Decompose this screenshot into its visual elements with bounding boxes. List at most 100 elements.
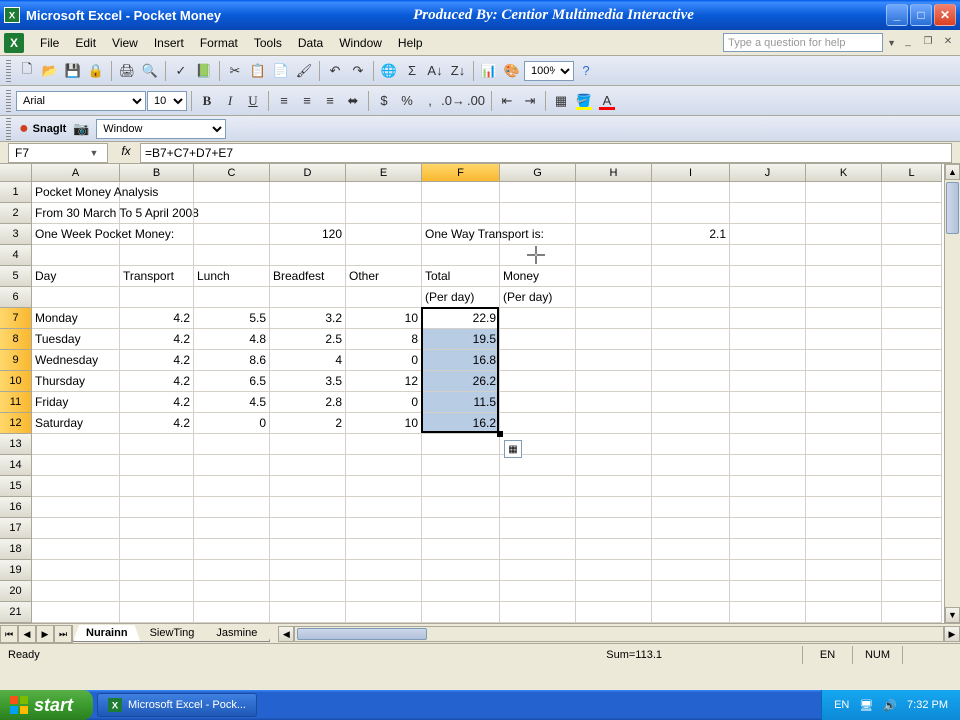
cell-J12[interactable] — [730, 413, 806, 434]
cell-A11[interactable]: Friday — [32, 392, 120, 413]
align-center-button[interactable]: ≡ — [296, 90, 318, 112]
cell-L9[interactable] — [882, 350, 942, 371]
cell-E15[interactable] — [346, 476, 422, 497]
cell-I13[interactable] — [652, 434, 730, 455]
save-button[interactable]: 💾 — [62, 60, 84, 82]
cell-H15[interactable] — [576, 476, 652, 497]
row-header-2[interactable]: 2 — [0, 203, 32, 224]
cell-E12[interactable]: 10 — [346, 413, 422, 434]
menu-format[interactable]: Format — [192, 34, 246, 52]
cell-J5[interactable] — [730, 266, 806, 287]
cell-G11[interactable] — [500, 392, 576, 413]
cell-J1[interactable] — [730, 182, 806, 203]
row-header-12[interactable]: 12 — [0, 413, 32, 434]
mdi-close-button[interactable]: ✕ — [940, 36, 956, 50]
cell-J13[interactable] — [730, 434, 806, 455]
cell-B17[interactable] — [120, 518, 194, 539]
cell-L21[interactable] — [882, 602, 942, 623]
cell-I9[interactable] — [652, 350, 730, 371]
tray-network-icon[interactable]: 🖥 — [859, 699, 873, 712]
column-header-I[interactable]: I — [652, 164, 730, 182]
minimize-button[interactable]: _ — [886, 4, 908, 26]
toolbar-grip[interactable] — [6, 118, 11, 140]
cell-F20[interactable] — [422, 581, 500, 602]
cell-A20[interactable] — [32, 581, 120, 602]
row-header-4[interactable]: 4 — [0, 245, 32, 266]
cell-A19[interactable] — [32, 560, 120, 581]
hscroll-thumb[interactable] — [297, 628, 427, 640]
cell-L16[interactable] — [882, 497, 942, 518]
cell-D3[interactable]: 120 — [270, 224, 346, 245]
row-header-1[interactable]: 1 — [0, 182, 32, 203]
cell-L3[interactable] — [882, 224, 942, 245]
cell-D20[interactable] — [270, 581, 346, 602]
cell-G18[interactable] — [500, 539, 576, 560]
cell-L15[interactable] — [882, 476, 942, 497]
cell-K18[interactable] — [806, 539, 882, 560]
row-header-20[interactable]: 20 — [0, 581, 32, 602]
cell-B16[interactable] — [120, 497, 194, 518]
cell-E14[interactable] — [346, 455, 422, 476]
cell-G12[interactable] — [500, 413, 576, 434]
cell-I4[interactable] — [652, 245, 730, 266]
cell-K15[interactable] — [806, 476, 882, 497]
row-header-21[interactable]: 21 — [0, 602, 32, 623]
cell-H6[interactable] — [576, 287, 652, 308]
menu-edit[interactable]: Edit — [67, 34, 104, 52]
cell-A18[interactable] — [32, 539, 120, 560]
cell-H4[interactable] — [576, 245, 652, 266]
cell-C10[interactable]: 6.5 — [194, 371, 270, 392]
column-header-H[interactable]: H — [576, 164, 652, 182]
align-right-button[interactable]: ≡ — [319, 90, 341, 112]
cell-A1[interactable]: Pocket Money Analysis — [32, 182, 120, 203]
row-header-6[interactable]: 6 — [0, 287, 32, 308]
cell-H21[interactable] — [576, 602, 652, 623]
cell-H14[interactable] — [576, 455, 652, 476]
borders-button[interactable]: ▦ — [550, 90, 572, 112]
scroll-up-button[interactable]: ▲ — [945, 164, 960, 180]
cell-J16[interactable] — [730, 497, 806, 518]
cell-F7[interactable]: 22.9 — [422, 308, 500, 329]
fill-handle[interactable] — [497, 431, 503, 437]
help-search-input[interactable] — [723, 33, 883, 52]
cell-A7[interactable]: Monday — [32, 308, 120, 329]
cell-D12[interactable]: 2 — [270, 413, 346, 434]
cell-D10[interactable]: 3.5 — [270, 371, 346, 392]
cell-G5[interactable]: Money — [500, 266, 576, 287]
row-header-7[interactable]: 7 — [0, 308, 32, 329]
cell-C1[interactable] — [194, 182, 270, 203]
spelling-button[interactable]: ✓ — [170, 60, 192, 82]
cell-D21[interactable] — [270, 602, 346, 623]
row-header-9[interactable]: 9 — [0, 350, 32, 371]
cell-E10[interactable]: 12 — [346, 371, 422, 392]
cell-L5[interactable] — [882, 266, 942, 287]
cell-C14[interactable] — [194, 455, 270, 476]
cell-G14[interactable] — [500, 455, 576, 476]
tab-first-button[interactable]: ⏮ — [0, 625, 18, 643]
cell-F21[interactable] — [422, 602, 500, 623]
tab-next-button[interactable]: ▶ — [36, 625, 54, 643]
cell-E13[interactable] — [346, 434, 422, 455]
cell-K12[interactable] — [806, 413, 882, 434]
cell-F2[interactable] — [422, 203, 500, 224]
taskbar-item-excel[interactable]: X Microsoft Excel - Pock... — [97, 693, 257, 717]
tab-prev-button[interactable]: ◀ — [18, 625, 36, 643]
cell-G19[interactable] — [500, 560, 576, 581]
cell-H10[interactable] — [576, 371, 652, 392]
column-header-K[interactable]: K — [806, 164, 882, 182]
cell-I20[interactable] — [652, 581, 730, 602]
cell-G6[interactable]: (Per day) — [500, 287, 576, 308]
cell-G2[interactable] — [500, 203, 576, 224]
cell-F9[interactable]: 16.8 — [422, 350, 500, 371]
cell-C13[interactable] — [194, 434, 270, 455]
cell-I12[interactable] — [652, 413, 730, 434]
print-preview-button[interactable]: 🔍 — [139, 60, 161, 82]
toolbar-grip[interactable] — [6, 60, 11, 82]
cell-F12[interactable]: 16.2 — [422, 413, 500, 434]
cell-G3[interactable] — [500, 224, 576, 245]
cell-J2[interactable] — [730, 203, 806, 224]
cell-A5[interactable]: Day — [32, 266, 120, 287]
row-header-13[interactable]: 13 — [0, 434, 32, 455]
cell-K13[interactable] — [806, 434, 882, 455]
cell-A6[interactable] — [32, 287, 120, 308]
